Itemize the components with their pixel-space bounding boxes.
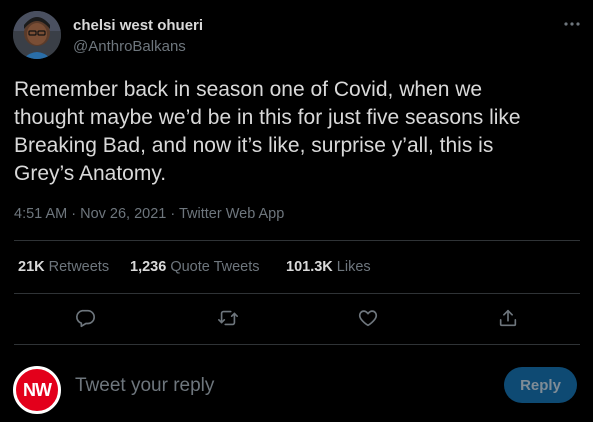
tweet-date[interactable]: Nov 26, 2021: [80, 206, 166, 222]
share-icon[interactable]: [495, 305, 521, 331]
author-name[interactable]: chelsi west ohueri: [73, 17, 203, 34]
tweet-text-line: thought maybe we’d be in this for just f…: [14, 106, 521, 129]
reply-composer: NW Reply: [0, 360, 593, 414]
tweet-text: Remember back in season one of Covid, wh…: [14, 76, 580, 188]
tweet-source[interactable]: Twitter Web App: [179, 206, 284, 222]
reply-button[interactable]: Reply: [504, 367, 577, 403]
tweet-text-line: Grey’s Anatomy.: [14, 162, 167, 185]
like-icon[interactable]: [355, 305, 381, 331]
retweet-icon[interactable]: [215, 305, 241, 331]
likes-count: 101.3K: [286, 259, 333, 275]
viewer-avatar-logo: NW: [23, 379, 52, 400]
meta-separator: ·: [166, 206, 179, 222]
tweet-meta: 4:51 AM · Nov 26, 2021 · Twitter Web App: [14, 206, 284, 222]
author-avatar[interactable]: [13, 11, 61, 59]
divider: [14, 293, 580, 294]
quote-tweets-stat[interactable]: 1,236 Quote Tweets: [130, 259, 260, 275]
retweets-stat[interactable]: 21K Retweets: [18, 259, 109, 275]
retweets-count: 21K: [18, 259, 45, 275]
quote-tweets-label: Quote Tweets: [170, 259, 260, 275]
meta-separator: ·: [67, 206, 81, 222]
likes-stat[interactable]: 101.3K Likes: [286, 259, 371, 275]
divider: [14, 344, 580, 345]
retweets-label: Retweets: [48, 259, 110, 275]
tweet-text-line: Remember back in season one of Covid, wh…: [14, 78, 483, 101]
likes-label: Likes: [336, 259, 371, 275]
viewer-avatar[interactable]: NW: [13, 366, 61, 414]
action-bar: [0, 305, 593, 331]
quote-tweets-count: 1,236: [130, 259, 167, 275]
reply-input[interactable]: [75, 372, 475, 400]
author-handle[interactable]: @AnthroBalkans: [73, 38, 186, 55]
divider: [14, 240, 580, 241]
tweet-time[interactable]: 4:51 AM: [14, 206, 67, 222]
tweet-header: chelsi west ohueri @AnthroBalkans: [13, 11, 583, 61]
reply-icon[interactable]: [72, 305, 98, 331]
tweet-text-line: Breaking Bad, and now it’s like, surpris…: [14, 134, 494, 157]
more-options-icon[interactable]: [560, 14, 584, 34]
